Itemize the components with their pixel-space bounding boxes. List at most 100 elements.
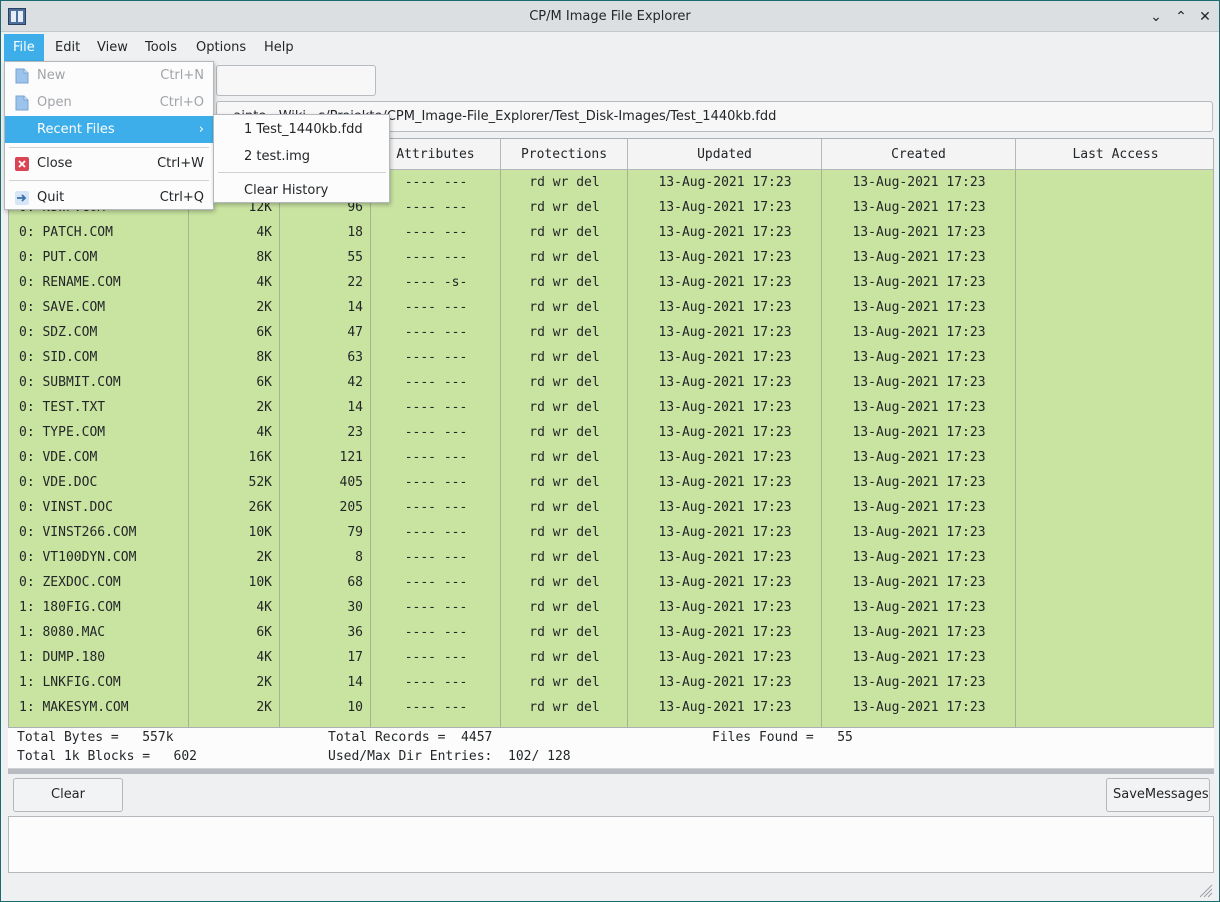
cell-updated: 13-Aug-2021 17:23 <box>658 200 792 215</box>
menu-item-open[interactable]: Open Ctrl+O <box>5 89 213 116</box>
cell-updated: 13-Aug-2021 17:23 <box>658 325 792 340</box>
table-row[interactable]: 0: ZEXDOC.COM 10K 68 ---- --- rd wr del 13-Au… <box>9 570 1213 595</box>
splitter-handle[interactable] <box>8 768 1214 774</box>
cell-attributes: ---- -s- <box>404 275 468 290</box>
menu-item-recent-files[interactable]: Recent Files › <box>5 116 213 143</box>
menu-item-new[interactable]: New Ctrl+N <box>5 62 213 89</box>
menu-separator <box>9 180 209 181</box>
cell-last-access <box>1016 345 1213 370</box>
cell-updated: 13-Aug-2021 17:23 <box>658 500 792 515</box>
resize-grip-icon[interactable] <box>1197 882 1213 898</box>
table-row[interactable]: 0: VDE.DOC 52K 405 ---- --- rd wr del 13-Aug-… <box>9 470 1213 495</box>
maximize-icon[interactable]: ⌃ <box>1171 7 1191 27</box>
title-bar: CP/M Image File Explorer ⌄ ⌃ ✕ <box>1 1 1219 32</box>
menu-options[interactable]: Options <box>187 34 255 61</box>
menu-item-quit[interactable]: Quit Ctrl+Q <box>5 184 213 211</box>
column-header-attributes[interactable]: Attributes <box>371 139 501 170</box>
file-table[interactable]: Attributes Protections Updated Created L… <box>8 138 1214 728</box>
menu-tools[interactable]: Tools <box>136 34 186 61</box>
cell-created: 13-Aug-2021 17:23 <box>852 475 986 490</box>
cell-updated: 13-Aug-2021 17:23 <box>658 625 792 640</box>
menu-help[interactable]: Help <box>255 34 303 61</box>
cell-protections: rd wr del <box>529 400 600 415</box>
cell-size: 8K <box>256 250 272 265</box>
table-row[interactable]: 1: 180FIG.COM 4K 30 ---- --- rd wr del 13-Aug… <box>9 595 1213 620</box>
cell-last-access <box>1016 245 1213 270</box>
cell-updated: 13-Aug-2021 17:23 <box>658 575 792 590</box>
table-row[interactable]: 0: VINST266.COM 10K 79 ---- --- rd wr del 13-… <box>9 520 1213 545</box>
cell-protections: rd wr del <box>529 425 600 440</box>
cell-created: 13-Aug-2021 17:23 <box>852 525 986 540</box>
total-bytes: Total Bytes = 557k <box>17 730 174 745</box>
recent-files-menu: 1 Test_1440kb.fdd 2 test.img Clear Histo… <box>213 114 390 203</box>
table-row[interactable]: 1: DUMP.180 4K 17 ---- --- rd wr del 13-Aug-2… <box>9 645 1213 670</box>
cell-size: 4K <box>256 225 272 240</box>
recent-file-2[interactable]: 2 test.img <box>214 143 389 170</box>
cell-attributes: ---- --- <box>404 450 468 465</box>
table-row[interactable]: 0: SAVE.COM 2K 14 ---- --- rd wr del 13-Aug-2… <box>9 295 1213 320</box>
cell-attributes: ---- --- <box>404 700 468 715</box>
cell-protections: rd wr del <box>529 275 600 290</box>
table-row[interactable]: 0: RENAME.COM 4K 22 ---- -s-rd wr del 13-Aug… <box>9 270 1213 295</box>
cell-records: 30 <box>347 600 363 615</box>
recent-file-1[interactable]: 1 Test_1440kb.fdd <box>214 116 389 143</box>
files-found: Files Found = 55 <box>712 730 853 745</box>
table-row[interactable]: 1: 8080.MAC 6K 36 ---- --- rd wr del 13-Aug-2… <box>9 620 1213 645</box>
cell-protections: rd wr del <box>529 475 600 490</box>
cell-created: 13-Aug-2021 17:23 <box>852 550 986 565</box>
cell-last-access <box>1016 370 1213 395</box>
table-row[interactable]: 0: PUT.COM 8K 55 ---- --- rd wr del 13-Aug-20… <box>9 245 1213 270</box>
table-row[interactable]: 1: MAKESYM.COM 2K 10 ---- --- rd wr del 13-Au… <box>9 695 1213 720</box>
cell-name: 0: SUBMIT.COM <box>19 375 121 390</box>
table-row[interactable]: 0: PATCH.COM 4K 18 ---- --- rd wr del 13-Aug-… <box>9 220 1213 245</box>
column-header-last-access[interactable]: Last Access <box>1016 139 1213 170</box>
cell-last-access <box>1016 170 1213 195</box>
image-type-field[interactable] <box>216 65 376 96</box>
cell-protections: rd wr del <box>529 650 600 665</box>
cell-created: 13-Aug-2021 17:23 <box>852 650 986 665</box>
cell-name: 1: DUMP.180 <box>19 650 106 665</box>
column-header-protections[interactable]: Protections <box>501 139 628 170</box>
cell-records: 36 <box>347 625 363 640</box>
cell-created: 13-Aug-2021 17:23 <box>852 200 986 215</box>
table-row[interactable]: 0: VT100DYN.COM 2K 8 ---- --- rd wr del 13-Au… <box>9 545 1213 570</box>
menu-view[interactable]: View <box>88 34 137 61</box>
cell-updated: 13-Aug-2021 17:23 <box>658 225 792 240</box>
table-row[interactable]: 0: VINST.DOC 26K 205 ---- --- rd wr del 13-Au… <box>9 495 1213 520</box>
minimize-icon[interactable]: ⌄ <box>1146 7 1166 27</box>
cell-records: 10 <box>347 700 363 715</box>
clear-messages-button[interactable]: Clear Messages <box>13 778 123 834</box>
cell-attributes: ---- --- <box>404 200 468 215</box>
cell-name: 0: PATCH.COM <box>19 225 113 240</box>
chevron-right-icon: › <box>198 122 204 137</box>
table-row[interactable]: 0: TEST.TXT 2K 14 ---- --- rd wr del 13-Aug-2… <box>9 395 1213 420</box>
cell-last-access <box>1016 295 1213 320</box>
cell-records: 22 <box>347 275 363 290</box>
messages-area[interactable] <box>8 816 1214 873</box>
cell-attributes: ---- --- <box>404 600 468 615</box>
clear-history[interactable]: Clear History <box>214 177 389 204</box>
table-row[interactable]: 0: SUBMIT.COM 6K 42 ---- --- rd wr del 13-Aug… <box>9 370 1213 395</box>
menu-edit[interactable]: Edit <box>46 34 89 61</box>
cell-records: 205 <box>339 500 363 515</box>
column-header-updated[interactable]: Updated <box>628 139 822 170</box>
menu-file[interactable]: File <box>4 34 44 61</box>
close-window-icon[interactable]: ✕ <box>1195 7 1215 27</box>
table-row[interactable]: 1: LNKFIG.COM 2K 14 ---- --- rd wr del 13-Aug… <box>9 670 1213 695</box>
column-header-created[interactable]: Created <box>822 139 1016 170</box>
close-icon <box>15 157 29 171</box>
cell-created: 13-Aug-2021 17:23 <box>852 425 986 440</box>
table-row[interactable]: 0: VDE.COM 16K 121 ---- --- rd wr del 13-Aug-… <box>9 445 1213 470</box>
table-row[interactable]: 0: SID.COM 8K 63 ---- --- rd wr del 13-Aug-20… <box>9 345 1213 370</box>
cell-created: 13-Aug-2021 17:23 <box>852 450 986 465</box>
cell-protections: rd wr del <box>529 500 600 515</box>
save-messages-button[interactable]: SaveMessages <box>1106 778 1210 812</box>
cell-size: 52K <box>248 475 272 490</box>
cell-records: 68 <box>347 575 363 590</box>
table-row[interactable]: 0: TYPE.COM 4K 23 ---- --- rd wr del 13-Aug-2… <box>9 420 1213 445</box>
table-row[interactable]: 0: SDZ.COM 6K 47 ---- --- rd wr del 13-Aug-20… <box>9 320 1213 345</box>
cell-updated: 13-Aug-2021 17:23 <box>658 175 792 190</box>
menu-item-close[interactable]: Close Ctrl+W <box>5 150 213 177</box>
cell-attributes: ---- --- <box>404 350 468 365</box>
cell-records: 79 <box>347 525 363 540</box>
